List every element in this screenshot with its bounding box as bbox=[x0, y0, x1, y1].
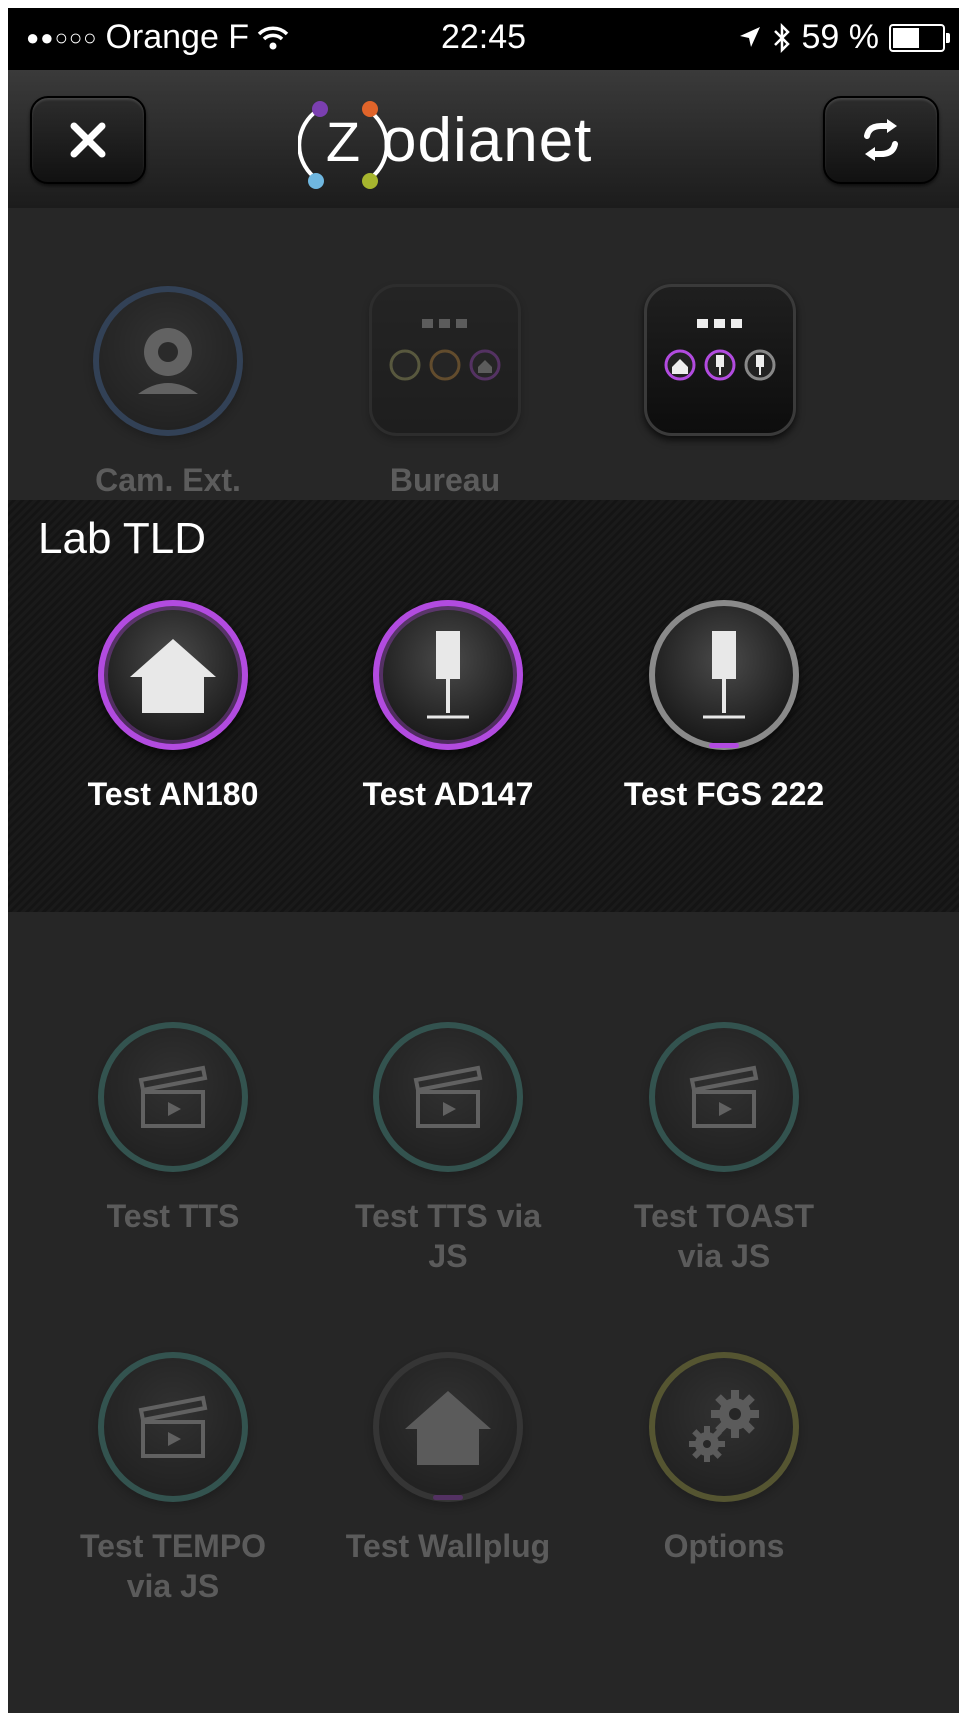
tile-icon-circle bbox=[373, 600, 523, 750]
refresh-icon bbox=[864, 119, 898, 161]
close-button[interactable] bbox=[30, 96, 146, 184]
tile-test-wallplug[interactable]: Test Wallplug bbox=[298, 1352, 598, 1566]
tile-label: Test Wallplug bbox=[345, 1528, 551, 1564]
tile-label: Options bbox=[663, 1528, 785, 1564]
lab-section: Lab TLD Test AN180 Test AD147 Test FGS 2… bbox=[8, 500, 959, 912]
tile-icon-circle bbox=[98, 1022, 248, 1172]
room-icons bbox=[664, 319, 776, 381]
app-screen: ●●○○○ Orange F 22:45 59 % Z odianet Cam.… bbox=[8, 8, 959, 1713]
lamp-icon bbox=[427, 631, 469, 719]
clapperboard-icon bbox=[689, 1065, 759, 1128]
logo-mark: Z bbox=[297, 95, 389, 189]
tile-label: Test TTS bbox=[106, 1198, 240, 1234]
location-arrow-icon bbox=[739, 26, 760, 47]
refresh-button[interactable] bbox=[823, 96, 939, 184]
tile-icon-circle bbox=[98, 600, 248, 750]
logo-ring-icon: Z bbox=[297, 101, 389, 189]
clapperboard-icon bbox=[138, 1395, 208, 1458]
tile-label: Test FGS 222 bbox=[623, 776, 825, 812]
tile-test-ad147[interactable]: Test AD147 bbox=[298, 600, 598, 814]
battery-percent: 59 % bbox=[801, 18, 880, 56]
tile-label: Test TEMPO via JS bbox=[79, 1528, 267, 1604]
nav-bar: Z odianet bbox=[8, 70, 959, 210]
room-icons bbox=[389, 319, 501, 381]
tile-options[interactable]: Options bbox=[574, 1352, 874, 1566]
clapperboard-icon bbox=[138, 1065, 208, 1128]
close-icon bbox=[70, 122, 106, 158]
logo-text: odianet bbox=[382, 105, 593, 175]
tile-bureau[interactable]: Bureau bbox=[295, 284, 595, 500]
device-grid-top: Cam. Ext. Bureau bbox=[8, 208, 959, 500]
tile-label: Bureau bbox=[389, 462, 501, 498]
logo-letter: Z bbox=[326, 110, 360, 173]
battery-icon bbox=[889, 23, 950, 52]
tile-test-tempo-via-js[interactable]: Test TEMPO via JS bbox=[23, 1352, 323, 1606]
battery-level bbox=[893, 27, 919, 48]
tile-icon-circle bbox=[649, 1352, 799, 1502]
tile-test-an180[interactable]: Test AN180 bbox=[23, 600, 323, 814]
tile-label: Test TOAST via JS bbox=[633, 1198, 815, 1274]
tile-icon-circle bbox=[373, 1352, 523, 1502]
tile-icon-circle bbox=[93, 286, 243, 436]
device-grid-bottom: Test TTS Test TTS via JS Test TOAST via … bbox=[8, 912, 959, 1713]
tile-icon-circle bbox=[373, 1022, 523, 1172]
level-indicator bbox=[709, 743, 739, 748]
status-right: 59 % bbox=[736, 18, 950, 57]
status-bar: ●●○○○ Orange F 22:45 59 % bbox=[8, 8, 959, 70]
section-title: Lab TLD bbox=[38, 514, 206, 563]
room-group-icon bbox=[369, 284, 521, 436]
tile-room-group[interactable] bbox=[570, 284, 870, 460]
gears-icon bbox=[689, 1390, 759, 1462]
bluetooth-icon bbox=[773, 22, 790, 53]
tile-label: Test AN180 bbox=[87, 776, 259, 812]
house-icon bbox=[405, 1391, 491, 1465]
tile-label: Test TTS via JS bbox=[354, 1198, 542, 1274]
tile-icon-circle bbox=[98, 1352, 248, 1502]
tile-icon-circle bbox=[649, 1022, 799, 1172]
tile-test-toast-via-js[interactable]: Test TOAST via JS bbox=[574, 1022, 874, 1276]
tile-test-tts-via-js[interactable]: Test TTS via JS bbox=[298, 1022, 598, 1276]
level-indicator bbox=[433, 1495, 463, 1500]
clapperboard-icon bbox=[413, 1065, 483, 1128]
tile-cam-ext[interactable]: Cam. Ext. bbox=[18, 286, 318, 500]
tile-test-fgs-222[interactable]: Test FGS 222 bbox=[574, 600, 874, 814]
tile-label: Cam. Ext. bbox=[95, 462, 241, 498]
tile-icon-circle bbox=[649, 600, 799, 750]
house-icon bbox=[130, 639, 216, 713]
room-group-icon bbox=[644, 284, 796, 436]
tile-label: Test AD147 bbox=[362, 776, 534, 812]
lamp-icon bbox=[703, 631, 745, 719]
app-logo: Z odianet bbox=[297, 90, 593, 190]
webcam-icon bbox=[138, 328, 198, 394]
tile-test-tts[interactable]: Test TTS bbox=[23, 1022, 323, 1236]
